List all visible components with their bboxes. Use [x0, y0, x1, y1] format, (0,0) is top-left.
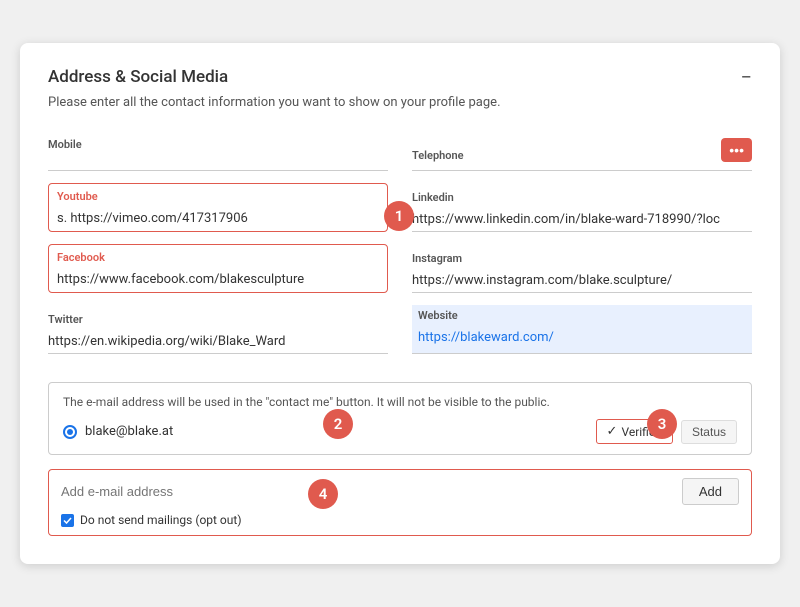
twitter-field: Twitter https://en.wikipedia.org/wiki/Bl… [48, 305, 388, 354]
youtube-linkedin-wrapper: Youtube s. https://vimeo.com/417317906 L… [48, 183, 752, 244]
address-social-media-card: Address & Social Media − Please enter al… [20, 43, 780, 564]
add-email-input[interactable] [61, 484, 682, 499]
instagram-field: Instagram https://www.instagram.com/blak… [412, 244, 752, 293]
card-title: Address & Social Media [48, 67, 228, 87]
website-value: https://blakeward.com/ [418, 330, 554, 345]
checkbox-check-icon [63, 516, 72, 525]
email-row-wrapper: blake@blake.at ✓ Verified Status 2 3 [63, 419, 737, 444]
telephone-options-button[interactable]: ••• [721, 138, 752, 162]
linkedin-label: Linkedin [412, 191, 752, 204]
website-field: Website https://blakeward.com/ [412, 305, 752, 354]
website-label: Website [418, 309, 746, 322]
card-header: Address & Social Media − [48, 67, 752, 87]
telephone-field: Telephone ••• [412, 130, 752, 171]
status-button[interactable]: Status [681, 420, 737, 444]
linkedin-field: Linkedin https://www.linkedin.com/in/bla… [412, 183, 752, 232]
top-fields-row: Mobile Telephone ••• [48, 130, 752, 183]
mobile-field: Mobile [48, 130, 388, 171]
email-notice: The e-mail address will be used in the "… [63, 395, 737, 409]
youtube-field: Youtube s. https://vimeo.com/417317906 [48, 183, 388, 232]
checkmark-icon: ✓ [607, 424, 618, 439]
circle-3: 3 [647, 409, 677, 439]
telephone-label: Telephone [412, 149, 464, 162]
circle-4: 4 [308, 479, 338, 509]
opt-out-checkbox[interactable] [61, 514, 74, 527]
email-left: blake@blake.at [63, 424, 173, 439]
facebook-label: Facebook [57, 251, 379, 264]
email-row: blake@blake.at ✓ Verified Status [63, 419, 737, 444]
twitter-website-row: Twitter https://en.wikipedia.org/wiki/Bl… [48, 305, 752, 366]
twitter-value: https://en.wikipedia.org/wiki/Blake_Ward [48, 334, 285, 349]
circle-1: 1 [384, 201, 414, 231]
opt-out-label: Do not send mailings (opt out) [80, 513, 242, 527]
add-email-section: Add Do not send mailings (opt out) [48, 469, 752, 536]
add-email-wrapper: Add Do not send mailings (opt out) 4 [48, 469, 752, 536]
facebook-instagram-row: Facebook https://www.facebook.com/blakes… [48, 244, 752, 305]
card-subtitle: Please enter all the contact information… [48, 95, 752, 110]
youtube-label: Youtube [57, 190, 379, 203]
facebook-field: Facebook https://www.facebook.com/blakes… [48, 244, 388, 293]
linkedin-value: https://www.linkedin.com/in/blake-ward-7… [412, 212, 720, 227]
add-email-row: Add [61, 478, 739, 505]
facebook-value: https://www.facebook.com/blakesculpture [57, 272, 304, 287]
instagram-value: https://www.instagram.com/blake.sculptur… [412, 273, 672, 288]
collapse-icon[interactable]: − [741, 67, 752, 87]
circle-2: 2 [323, 409, 353, 439]
email-address: blake@blake.at [85, 424, 173, 439]
youtube-value: s. https://vimeo.com/417317906 [57, 211, 248, 226]
mobile-label: Mobile [48, 138, 388, 151]
opt-out-row: Do not send mailings (opt out) [61, 513, 739, 527]
email-radio[interactable] [63, 425, 77, 439]
radio-inner [67, 429, 73, 435]
instagram-label: Instagram [412, 252, 752, 265]
email-section: The e-mail address will be used in the "… [48, 382, 752, 455]
twitter-label: Twitter [48, 313, 388, 326]
dots-icon: ••• [729, 142, 744, 158]
add-email-button[interactable]: Add [682, 478, 739, 505]
